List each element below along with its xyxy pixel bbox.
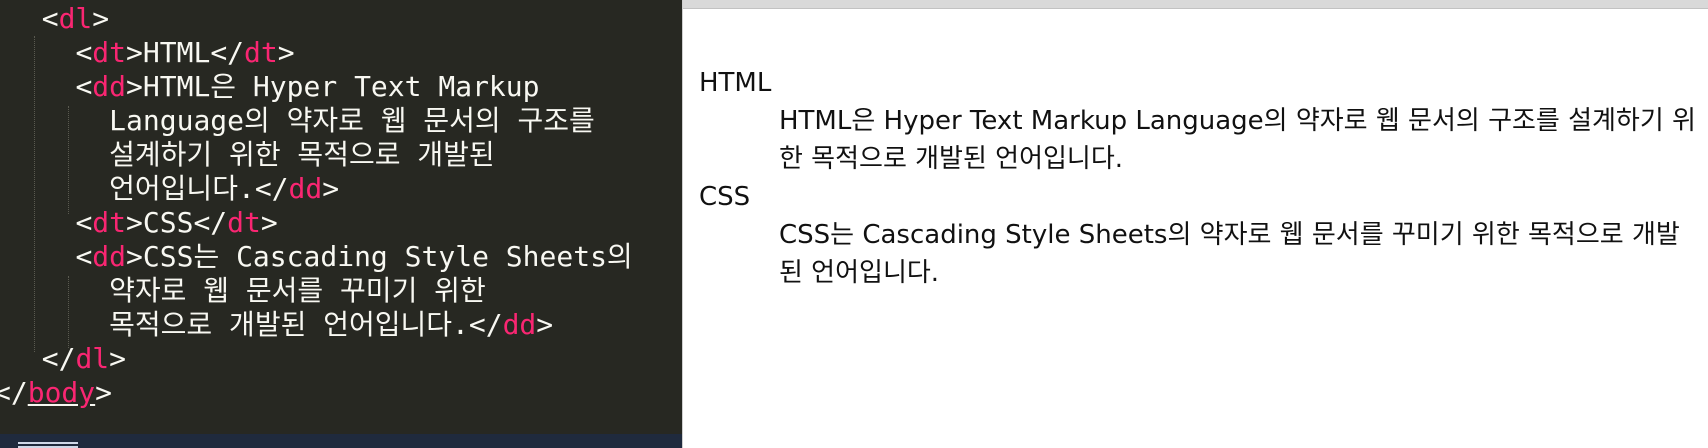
code-bracket: < [75,70,93,103]
code-bracket: </ [468,308,503,341]
code-tag-name: dd [92,240,127,273]
code-bracket: </ [0,376,28,409]
code-line: </body> [0,374,112,411]
code-bracket: > [277,36,295,69]
code-bracket: > [126,70,143,103]
code-line: <dt>HTML</dt> [8,34,295,71]
code-line: 설계하기 위한 목적으로 개발된 [8,136,495,173]
code-tag-name: dd [288,172,323,205]
code-bracket: </ [193,206,228,239]
code-line: 약자로 웹 문서를 꾸미기 위한 [8,272,486,309]
code-line: <dt>CSS</dt> [8,204,278,241]
code-tag-name: dt [92,206,127,239]
editor-status-strip [0,434,682,448]
code-tag-name: dd [92,70,127,103]
definition-term-html: HTML [699,68,772,98]
code-bracket: < [41,2,59,35]
code-bracket: < [75,240,93,273]
code-text: 목적으로 개발된 언어입니다. [109,308,469,341]
definition-description-css: CSS는 Cascading Style Sheets의 약자로 웹 문서를 꾸… [779,220,1680,288]
code-text: Language의 약자로 웹 문서의 구조를 [109,104,595,137]
code-bracket: > [126,206,143,239]
code-line: <dd>CSS는 Cascading Style Sheets의 [8,238,633,275]
preview-top-edge [683,0,1708,9]
code-bracket: </ [41,342,76,375]
code-tag-name: dl [75,342,110,375]
definition-list: HTML HTML은 Hyper Text Markup Language의 약… [699,64,1699,292]
code-text: CSS는 Cascading Style Sheets의 [142,240,633,273]
code-line: <dd>HTML은 Hyper Text Markup [8,68,540,105]
code-bracket: < [75,36,93,69]
code-text: CSS [142,206,194,239]
code-bracket: </ [210,36,245,69]
code-editor[interactable]: <dl> <dt>HTML</dt> <dd>HTML은 Hyper Text … [0,0,682,448]
code-bracket: > [109,342,127,375]
code-text: HTML은 Hyper Text Markup [142,70,540,103]
code-tag-name: dt [92,36,127,69]
code-tag-name: dl [58,2,93,35]
code-bracket: > [322,172,340,205]
code-line: 목적으로 개발된 언어입니다.</dd> [8,306,553,343]
browser-preview: HTML HTML은 Hyper Text Markup Language의 약… [683,0,1708,448]
definition-description-html: HTML은 Hyper Text Markup Language의 약자로 웹 … [779,106,1696,174]
code-tag-name: body [27,376,96,409]
definition-term-css: CSS [699,182,751,212]
code-bracket: > [536,308,554,341]
code-bracket: > [95,376,113,409]
split-view: <dl> <dt>HTML</dt> <dd>HTML은 Hyper Text … [0,0,1708,448]
code-line: </dl> [8,340,126,377]
code-bracket: > [126,240,143,273]
code-bracket: < [75,206,93,239]
code-text: 설계하기 위한 목적으로 개발된 [109,138,495,171]
scroll-indicator[interactable] [18,442,78,444]
code-text: HTML [142,36,211,69]
code-tag-name: dt [244,36,278,69]
code-bracket: > [126,36,143,69]
code-text: 언어입니다. [109,172,255,205]
code-bracket: > [92,2,110,35]
code-line: 언어입니다.</dd> [8,170,339,207]
code-tag-name: dt [227,206,261,239]
code-bracket: > [260,206,278,239]
code-bracket: </ [254,172,289,205]
code-line: Language의 약자로 웹 문서의 구조를 [8,102,595,139]
code-text: 약자로 웹 문서를 꾸미기 위한 [109,274,486,307]
code-line: <dl> [8,0,109,37]
code-tag-name: dd [502,308,537,341]
